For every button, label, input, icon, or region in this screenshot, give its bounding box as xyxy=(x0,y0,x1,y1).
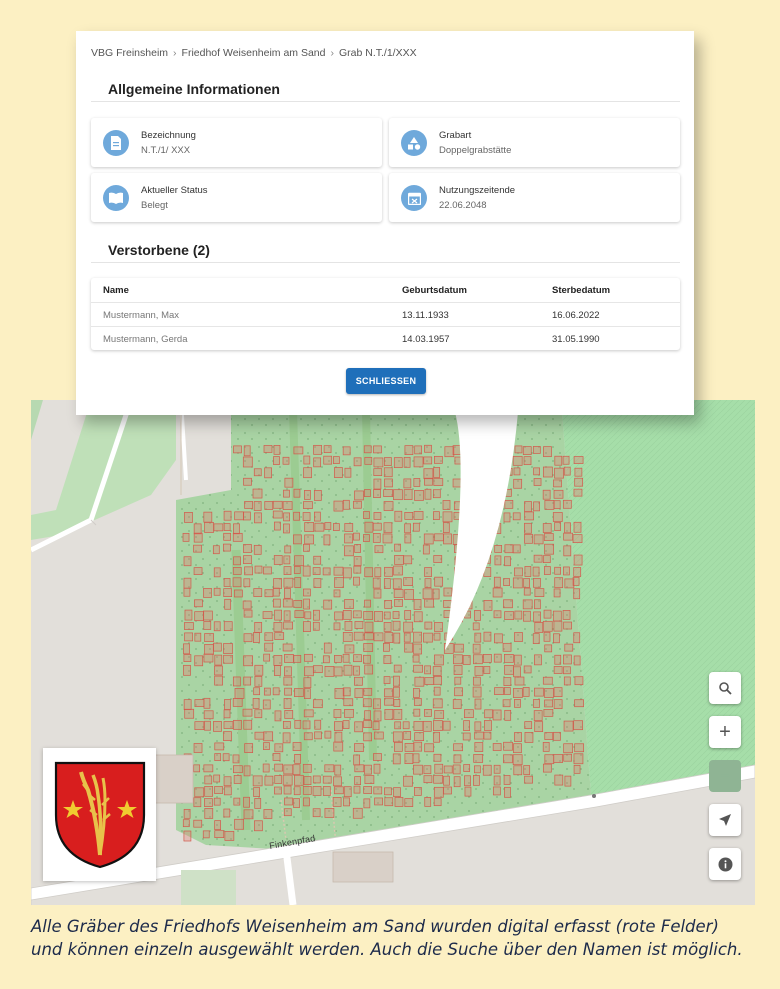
info-label: Nutzungszeitende xyxy=(439,185,516,196)
cell-birth-date: 13.11.1933 xyxy=(402,310,449,321)
cell-birth-date: 14.03.1957 xyxy=(402,334,450,345)
divider xyxy=(91,101,680,102)
column-header-birth[interactable]: Geburtsdatum xyxy=(402,285,467,296)
breadcrumb-separator: › xyxy=(173,47,177,59)
breadcrumb-item-association[interactable]: VBG Freinsheim xyxy=(91,47,168,59)
column-header-death[interactable]: Sterbedatum xyxy=(552,285,610,296)
caption-line: Alle Gräber des Friedhofs Weisenheim am … xyxy=(31,917,719,936)
info-label: Aktueller Status xyxy=(141,185,208,196)
table-row[interactable]: Mustermann, Max 13.11.1933 16.06.2022 xyxy=(91,302,680,326)
book-icon xyxy=(103,185,129,211)
table-row[interactable]: Mustermann, Gerda 14.03.1957 31.05.1990 xyxy=(91,326,680,350)
info-value: N.T./1/ XXX xyxy=(141,145,191,156)
close-button[interactable]: SCHLIESSEN xyxy=(346,368,426,394)
info-card-bezeichnung: Bezeichnung N.T./1/ XXX xyxy=(91,118,382,167)
breadcrumb: VBG Freinsheim › Friedhof Weisenheim am Sa… xyxy=(91,47,417,59)
info-label: Bezeichnung xyxy=(141,130,196,141)
column-header-name[interactable]: Name xyxy=(103,285,129,296)
breadcrumb-item-cemetery[interactable]: Friedhof Weisenheim am Sand xyxy=(182,47,326,59)
grave-detail-dialog: VBG Freinsheim › Friedhof Weisenheim am Sa… xyxy=(76,31,694,415)
general-info-title: Allgemeine Informationen xyxy=(108,81,280,97)
shapes-icon xyxy=(401,130,427,156)
info-value: 22.06.2048 xyxy=(439,200,487,211)
table-header: Name Geburtsdatum Sterbedatum xyxy=(91,278,680,302)
info-card-grabart: Grabart Doppelgrabstätte xyxy=(389,118,680,167)
cell-death-date: 31.05.1990 xyxy=(552,334,600,345)
cell-name: Mustermann, Max xyxy=(103,310,180,321)
info-value: Belegt xyxy=(141,200,168,211)
cell-death-date: 16.06.2022 xyxy=(552,310,600,321)
info-card-nutzungszeitende: Nutzungszeitende 22.06.2048 xyxy=(389,173,680,222)
info-card-status: Aktueller Status Belegt xyxy=(91,173,382,222)
caption-line: und können einzeln ausgewählt werden. Au… xyxy=(31,940,743,959)
document-icon xyxy=(103,130,129,156)
info-value: Doppelgrabstätte xyxy=(439,145,512,156)
divider xyxy=(91,262,680,263)
info-label: Grabart xyxy=(439,130,472,141)
cell-name: Mustermann, Gerda xyxy=(103,334,188,345)
deceased-title: Verstorbene (2) xyxy=(108,242,210,258)
breadcrumb-item-grave: Grab N.T./1/XXX xyxy=(339,47,417,59)
figure-caption: Alle Gräber des Friedhofs Weisenheim am … xyxy=(31,915,771,961)
calendar-icon xyxy=(401,185,427,211)
deceased-table: Name Geburtsdatum Sterbedatum Mustermann… xyxy=(91,278,680,350)
breadcrumb-separator: › xyxy=(330,47,335,59)
